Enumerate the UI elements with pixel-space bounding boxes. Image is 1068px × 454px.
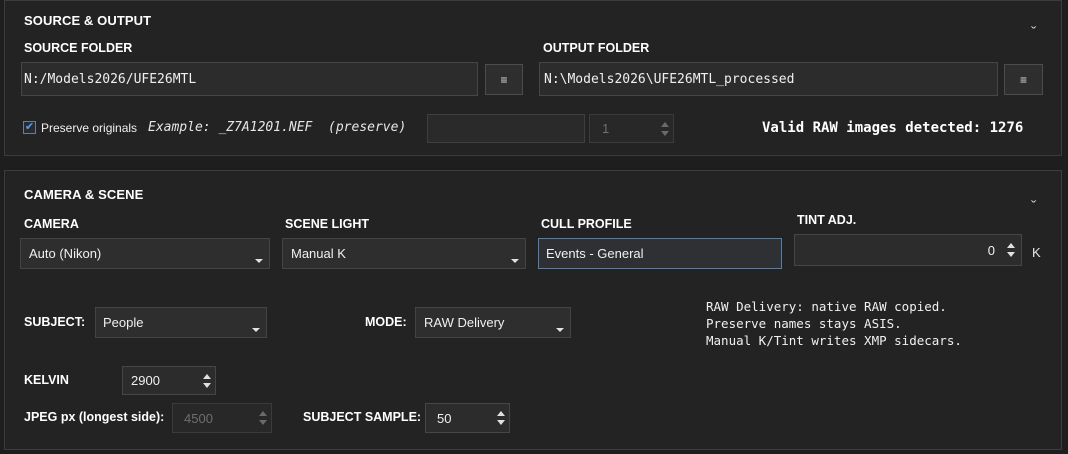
preserve-originals-checkbox[interactable]: ✔ [23, 121, 36, 134]
jpeg-spin-arrows-icon[interactable] [259, 411, 267, 425]
rename-counter-spinbox[interactable]: 1 [589, 114, 674, 143]
subject-label: SUBJECT: [24, 315, 86, 329]
kelvin-spinbox[interactable]: 2900 [122, 366, 216, 395]
tint-unit-label: K [1032, 245, 1041, 260]
chevron-down-icon [556, 328, 564, 332]
output-folder-input[interactable]: N:\Models2026\UFE26MTL_processed [539, 62, 998, 96]
browse-icon: ≡ [1019, 72, 1027, 87]
tint-adj-label: TINT ADJ. [797, 213, 857, 227]
scene-light-select[interactable]: Manual K [282, 238, 526, 269]
camera-select[interactable]: Auto (Nikon) [20, 238, 270, 269]
camera-select-value: Auto (Nikon) [29, 246, 102, 261]
cull-profile-label: CULL PROFILE [541, 217, 632, 231]
tint-adj-spinbox[interactable]: 0 [794, 234, 1022, 266]
subject-sample-label: SUBJECT SAMPLE: [303, 410, 422, 424]
cull-profile-select-value: Events - General [546, 246, 644, 261]
kelvin-value: 2900 [131, 373, 160, 388]
mode-select-value: RAW Delivery [424, 315, 505, 330]
subject-sample-value: 50 [437, 410, 452, 426]
kelvin-spin-arrows-icon[interactable] [203, 373, 211, 388]
browse-icon: ≡ [500, 72, 508, 87]
mode-info-line: RAW Delivery: native RAW copied. [706, 299, 947, 314]
output-folder-browse-button[interactable]: ≡ [1004, 64, 1043, 95]
source-folder-label: SOURCE FOLDER [24, 41, 133, 55]
checkmark-icon: ✔ [24, 121, 35, 133]
tint-adj-value: 0 [987, 242, 995, 258]
camera-label: CAMERA [24, 217, 79, 231]
mode-info-line: Preserve names stays ASIS. [706, 316, 902, 331]
output-folder-label: OUTPUT FOLDER [543, 41, 650, 55]
subject-select[interactable]: People [95, 307, 267, 338]
subject-select-value: People [103, 315, 144, 330]
mode-select[interactable]: RAW Delivery [415, 307, 571, 338]
rename-prefix-input[interactable] [427, 114, 585, 143]
source-output-collapse-icon[interactable]: ˬ [1031, 13, 1041, 29]
chevron-down-icon [511, 259, 519, 263]
chevron-down-icon [255, 259, 263, 263]
mode-info-text: RAW Delivery: native RAW copied. Preserv… [706, 298, 962, 349]
output-folder-value: N:\Models2026\UFE26MTL_processed [544, 71, 795, 87]
jpeg-px-spinbox[interactable]: 4500 [172, 403, 272, 433]
mode-info-line: Manual K/Tint writes XMP sidecars. [706, 333, 962, 348]
source-folder-value: N:/Models2026/UFE26MTL [24, 71, 197, 87]
source-folder-browse-button[interactable]: ≡ [485, 64, 523, 95]
subject-sample-spinbox[interactable]: 50 [425, 403, 510, 433]
jpeg-px-label: JPEG px (longest side): [24, 410, 165, 424]
scene-light-label: SCENE LIGHT [285, 217, 370, 231]
mode-label: MODE: [365, 315, 407, 329]
camera-scene-collapse-icon[interactable]: ˬ [1031, 187, 1041, 203]
subject-sample-spin-arrows-icon[interactable] [497, 411, 505, 425]
camera-scene-title: CAMERA & SCENE [24, 187, 144, 202]
tint-spin-arrows-icon[interactable] [1007, 243, 1015, 257]
source-output-title: SOURCE & OUTPUT [24, 13, 152, 28]
cull-profile-select[interactable]: Events - General [538, 238, 782, 269]
preserve-originals-label[interactable]: Preserve originals [41, 121, 137, 135]
counter-spin-arrows-icon[interactable] [661, 121, 669, 136]
kelvin-label: KELVIN [24, 373, 69, 387]
source-folder-input[interactable]: N:/Models2026/UFE26MTL [21, 62, 478, 96]
chevron-down-icon [252, 328, 260, 332]
rename-example-text: Example: _Z7A1201.NEF (preserve) [148, 120, 407, 135]
jpeg-px-value: 4500 [184, 410, 213, 426]
rename-counter-value: 1 [602, 121, 610, 136]
valid-raw-count-text: Valid RAW images detected: 1276 [762, 120, 1024, 136]
scene-light-select-value: Manual K [291, 246, 346, 261]
